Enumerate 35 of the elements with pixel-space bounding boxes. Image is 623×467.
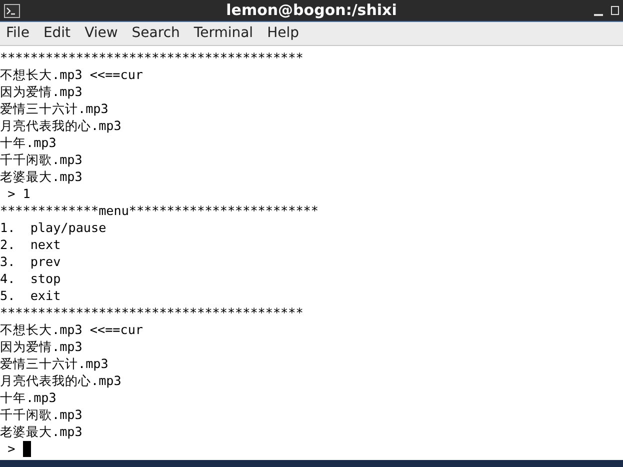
terminal-line: **************************************** bbox=[0, 49, 304, 66]
terminal-line: 爱情三十六计.mp3 bbox=[0, 100, 108, 117]
minimize-button[interactable] bbox=[594, 14, 603, 16]
terminal-line: 十年.mp3 bbox=[0, 134, 56, 151]
menu-item[interactable]: Help bbox=[267, 23, 299, 44]
terminal-line: 月亮代表我的心.mp3 bbox=[0, 117, 122, 134]
terminal-line: 4. stop bbox=[0, 270, 61, 287]
terminal-line: 不想长大.mp3 <<==cur bbox=[0, 66, 143, 83]
menu-item[interactable]: View bbox=[84, 23, 118, 44]
terminal-line: 老婆最大.mp3 bbox=[0, 423, 82, 440]
terminal-line: 爱情三十六计.mp3 bbox=[0, 355, 108, 372]
terminal-line: 十年.mp3 bbox=[0, 389, 56, 406]
menu-item[interactable]: File bbox=[6, 23, 30, 44]
terminal-icon bbox=[4, 4, 20, 18]
terminal-line: *************menu************************* bbox=[0, 202, 318, 219]
menu-item[interactable]: Search bbox=[132, 23, 180, 44]
terminal-line: > 1 bbox=[6, 185, 30, 202]
terminal-line: 2. next bbox=[0, 236, 61, 253]
terminal-line: 1. play/pause bbox=[0, 219, 106, 236]
terminal-line: 5. exit bbox=[0, 287, 61, 304]
prompt: > bbox=[6, 440, 16, 457]
terminal-line: 不想长大.mp3 <<==cur bbox=[0, 321, 143, 338]
terminal-line: 老婆最大.mp3 bbox=[0, 168, 82, 185]
terminal-line: **************************************** bbox=[0, 304, 304, 321]
terminal-line: 3. prev bbox=[0, 253, 61, 270]
terminal-line: 因为爱情.mp3 bbox=[0, 83, 82, 100]
terminal-line: 千千闲歌.mp3 bbox=[0, 151, 82, 168]
menu-item[interactable]: Terminal bbox=[194, 23, 254, 44]
text-cursor bbox=[22, 440, 31, 456]
terminal-line: 因为爱情.mp3 bbox=[0, 338, 82, 355]
terminal-line: 月亮代表我的心.mp3 bbox=[0, 372, 122, 389]
maximize-button[interactable] bbox=[611, 6, 619, 15]
window-title: lemon@bogon:/shixi bbox=[226, 0, 397, 22]
menu-item[interactable]: Edit bbox=[43, 23, 71, 44]
terminal-line: 千千闲歌.mp3 bbox=[0, 406, 82, 423]
